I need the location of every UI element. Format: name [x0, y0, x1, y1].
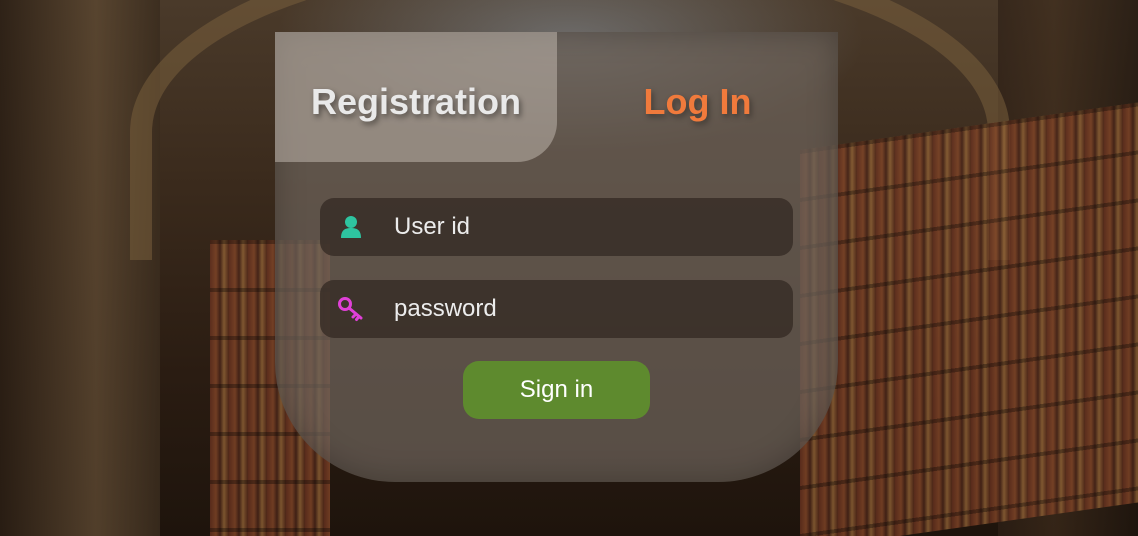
user-id-field — [320, 198, 793, 256]
key-icon — [336, 294, 366, 324]
tab-registration-label: Registration — [310, 81, 522, 122]
tab-registration[interactable]: Registration — [275, 32, 557, 162]
tab-login-label: Log In — [643, 81, 752, 122]
user-id-input[interactable] — [392, 212, 776, 242]
tab-login[interactable]: Log In — [557, 32, 838, 162]
background-pillar-left — [0, 0, 160, 536]
login-card: Registration Log In Sign in — [275, 32, 838, 482]
password-input[interactable] — [392, 294, 776, 324]
password-field — [320, 280, 793, 338]
user-icon — [336, 212, 366, 242]
sign-in-button[interactable]: Sign in — [463, 361, 650, 419]
background-bookshelf-right — [800, 102, 1138, 536]
